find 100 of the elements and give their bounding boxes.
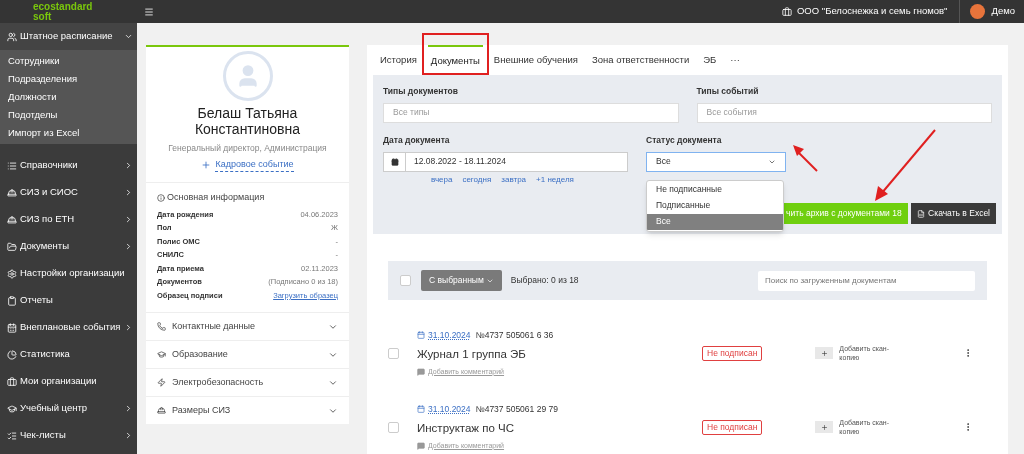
chevron-icon — [124, 215, 133, 224]
graduation-cap-icon — [7, 403, 17, 414]
employee-name: Белаш Татьяна Константиновна — [193, 105, 302, 137]
collapsible-section[interactable]: Образование — [146, 340, 349, 369]
document-number: №4737 505061 6 36 — [475, 328, 554, 342]
status-badge: Не подписан — [702, 419, 763, 435]
chevron-icon — [124, 404, 133, 413]
sidebar-item[interactable]: Внеплановые события — [0, 314, 137, 341]
field-label: Статус документа — [646, 133, 723, 147]
status-badge: Не подписан — [702, 345, 763, 361]
document-date-link[interactable]: 31.10.2024 — [428, 328, 471, 342]
date-shortcut-link[interactable]: вчера — [431, 173, 453, 186]
dropdown-option[interactable]: Не подписанные — [647, 181, 783, 198]
sidebar-item[interactable]: Отчеты — [0, 287, 137, 314]
checkbox[interactable] — [388, 421, 399, 433]
comment-icon — [417, 442, 425, 450]
document-number: №4737 505061 29 79 — [475, 402, 558, 416]
users-icon — [7, 31, 17, 42]
checklist-icon — [7, 430, 17, 441]
logo-text: ecostandard — [33, 1, 94, 12]
date-shortcut-link[interactable]: +1 неделя — [536, 173, 574, 186]
date-shortcut-link[interactable]: завтра — [501, 173, 527, 186]
sidebar-item[interactable]: Документы — [0, 233, 137, 260]
section-title: Основная информация — [167, 191, 265, 205]
checkbox[interactable] — [400, 275, 411, 286]
graduation-cap-icon — [157, 350, 166, 360]
calendar-icon — [7, 322, 17, 333]
document-title: Журнал 1 группа ЭБ — [417, 346, 527, 362]
hard-hat-icon — [7, 214, 17, 225]
sidebar-item[interactable]: Учебный центр — [0, 395, 137, 422]
plus-icon — [820, 423, 828, 431]
status-select[interactable]: Все — [646, 151, 786, 172]
folder-icon — [7, 241, 17, 252]
add-scan-button[interactable] — [815, 421, 834, 433]
sidebar-item[interactable]: Чек-листы — [0, 422, 137, 449]
calendar-icon — [417, 405, 425, 414]
sidebar-item[interactable]: Справочники — [0, 152, 137, 179]
chevron-icon — [124, 431, 133, 440]
employee-position: Генеральный директор, Администрация — [168, 142, 327, 155]
sidebar-item[interactable]: Штатное расписание — [0, 23, 137, 50]
hard-hat-icon — [157, 406, 166, 416]
user-avatar — [970, 4, 986, 19]
chevron-icon — [124, 242, 133, 251]
search-field[interactable]: Поиск по загруженным документам — [758, 270, 975, 291]
checkbox[interactable] — [388, 347, 399, 359]
excel-button[interactable]: Скачать в Excel — [911, 203, 996, 224]
lightning-icon — [157, 378, 166, 388]
briefcase-icon — [782, 6, 792, 17]
user-name[interactable]: Демо — [991, 4, 1015, 19]
hard-hat-icon — [7, 187, 17, 198]
submenu-item[interactable]: Импорт из Excel — [0, 124, 137, 142]
submenu-item[interactable]: Сотрудники — [0, 52, 137, 70]
gear-icon — [7, 268, 17, 279]
dropdown-option[interactable]: Все — [647, 213, 783, 230]
list-icon — [7, 160, 17, 171]
document-title: Инструктаж по ЧС — [417, 420, 516, 436]
collapsible-section[interactable]: Электробезопасность — [146, 368, 349, 397]
organization-name[interactable]: ООО "Белоснежка и семь гномов" — [797, 4, 948, 19]
submenu-item[interactable]: Подотделы — [0, 106, 137, 124]
add-scan-button[interactable] — [815, 347, 834, 359]
tab[interactable]: История — [377, 45, 420, 75]
document-date-link[interactable]: 31.10.2024 — [428, 402, 471, 416]
submenu-item[interactable]: Подразделения — [0, 70, 137, 88]
collapsible-section[interactable]: Контактные данные — [146, 312, 349, 341]
tab[interactable]: ЭБ — [700, 45, 720, 75]
file-icon — [917, 209, 926, 218]
collapsible-section[interactable]: Размеры СИЗ — [146, 396, 349, 425]
bulk-actions-button[interactable]: С выбранным — [421, 270, 502, 291]
tab[interactable]: ··· — [727, 45, 743, 75]
submenu-item[interactable]: Должности — [0, 88, 137, 106]
comment-icon — [417, 368, 425, 376]
sidebar-item[interactable]: СИЗ по ЕТН — [0, 206, 137, 233]
calendar-icon — [390, 157, 399, 166]
sidebar-item[interactable]: Статистика — [0, 341, 137, 368]
chevron-icon — [124, 323, 133, 332]
field-label: Типы документов — [383, 85, 459, 98]
field-label: Типы событий — [696, 85, 760, 98]
avatar-icon — [222, 51, 273, 101]
plus-icon — [820, 349, 828, 357]
calendar-icon — [417, 331, 425, 340]
field-label: Дата документа — [383, 133, 451, 147]
phone-icon — [157, 322, 166, 332]
hr-event-link[interactable]: Кадровое событие — [215, 157, 294, 173]
selection-counter: Выбрано: 0 из 18 — [510, 274, 579, 287]
tab[interactable]: Внешние обучения — [490, 45, 581, 75]
sidebar-item[interactable]: Мои организации — [0, 368, 137, 395]
sidebar-item[interactable]: Настройки организации — [0, 260, 137, 287]
briefcase-icon — [7, 376, 17, 387]
info-icon — [157, 194, 165, 202]
date-range-field[interactable]: 12.08.2022 - 18.11.2024 — [383, 151, 628, 172]
chevron-icon — [124, 32, 133, 41]
clipboard-icon — [7, 295, 17, 306]
plus-icon — [201, 160, 212, 170]
sidebar-item[interactable]: СИЗ и СИОС — [0, 179, 137, 206]
pie-chart-icon — [7, 349, 17, 360]
menu-icon[interactable] — [144, 6, 154, 17]
tab[interactable]: Зона ответственности — [589, 45, 693, 75]
chevron-icon — [124, 188, 133, 197]
annotation-arrow — [793, 145, 819, 173]
date-shortcut-link[interactable]: сегодня — [462, 173, 492, 186]
